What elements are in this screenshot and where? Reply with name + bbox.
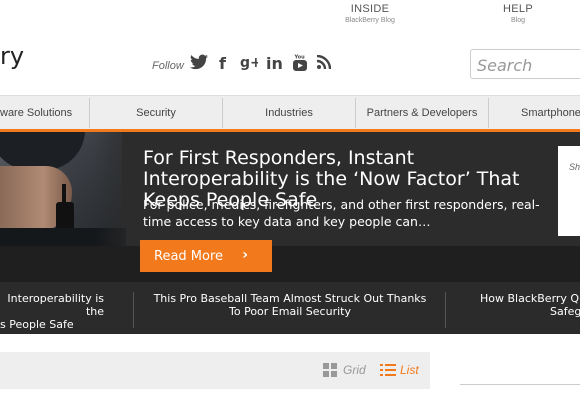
- googleplus-icon[interactable]: g+: [240, 54, 262, 74]
- inside-sublabel: BlackBerry Blog: [345, 17, 395, 24]
- strip-item[interactable]: Interoperability is the s People Safe: [0, 292, 104, 331]
- chevron-right-icon: ›: [242, 247, 248, 263]
- list-view-toggle[interactable]: List: [400, 363, 419, 377]
- nav-item-software-solutions[interactable]: ware Solutions: [0, 96, 88, 130]
- facebook-icon[interactable]: f: [219, 54, 226, 73]
- hero-photo-fade: [95, 132, 145, 246]
- linkedin-icon[interactable]: in: [266, 54, 283, 73]
- strip-divider: [445, 292, 446, 328]
- svg-text:g+: g+: [240, 55, 258, 70]
- help-sublabel: Blog: [510, 17, 525, 24]
- main-nav: ware Solutions Security Industries Partn…: [0, 95, 580, 130]
- grid-view-toggle[interactable]: Grid: [343, 363, 366, 377]
- nav-item-smartphone[interactable]: Smartphone: [489, 96, 580, 130]
- nav-item-security[interactable]: Security: [90, 96, 222, 130]
- svg-text:You: You: [294, 55, 306, 61]
- grid-icon[interactable]: [323, 363, 337, 377]
- read-more-button[interactable]: Read More ›: [140, 240, 272, 272]
- strip-item[interactable]: How BlackBerry QNX Safeg: [460, 292, 580, 318]
- help-blog-link[interactable]: HELP Blog: [496, 3, 540, 25]
- nav-item-industries[interactable]: Industries: [223, 96, 355, 130]
- strip-item-line: To Poor Email Security: [229, 305, 351, 318]
- nav-item-partners-developers[interactable]: Partners & Developers: [356, 96, 488, 130]
- search-input[interactable]: Search: [470, 49, 580, 79]
- follow-label: Follow: [152, 60, 184, 72]
- hero-photo-radio-antenna: [62, 184, 66, 204]
- twitter-icon[interactable]: [190, 54, 208, 74]
- strip-item-line: s People Safe: [0, 318, 74, 331]
- top-bar: INSIDE BlackBerry Blog HELP Blog: [0, 0, 580, 30]
- hero-bottom-band: [0, 246, 580, 282]
- strip-item-line: Interoperability is the: [7, 292, 104, 318]
- hero-photo-cap: [0, 132, 85, 170]
- strip-item-line: This Pro Baseball Team Almost Struck Out…: [153, 292, 427, 305]
- inside-blog-link[interactable]: INSIDE BlackBerry Blog: [340, 3, 400, 25]
- sidebar-divider: [460, 384, 580, 385]
- rss-icon[interactable]: [316, 54, 332, 73]
- hero-banner: For First Responders, Instant Interopera…: [0, 132, 580, 246]
- hero-description: For police, medics, firefighters, and ot…: [143, 197, 540, 229]
- site-logo[interactable]: ry: [0, 42, 24, 70]
- youtube-icon[interactable]: You: [292, 54, 308, 76]
- featured-strip: Interoperability is the s People Safe Th…: [0, 282, 580, 334]
- strip-item-line: How BlackBerry QNX: [480, 292, 580, 305]
- help-label: HELP: [503, 3, 533, 15]
- read-more-label: Read More: [154, 248, 224, 264]
- inside-label: INSIDE: [350, 3, 390, 15]
- list-icon[interactable]: [380, 363, 396, 377]
- strip-item[interactable]: This Pro Baseball Team Almost Struck Out…: [140, 292, 440, 318]
- strip-item-line: Safeg: [550, 305, 580, 318]
- strip-divider: [133, 292, 134, 328]
- side-share-card[interactable]: Sh: [558, 146, 580, 236]
